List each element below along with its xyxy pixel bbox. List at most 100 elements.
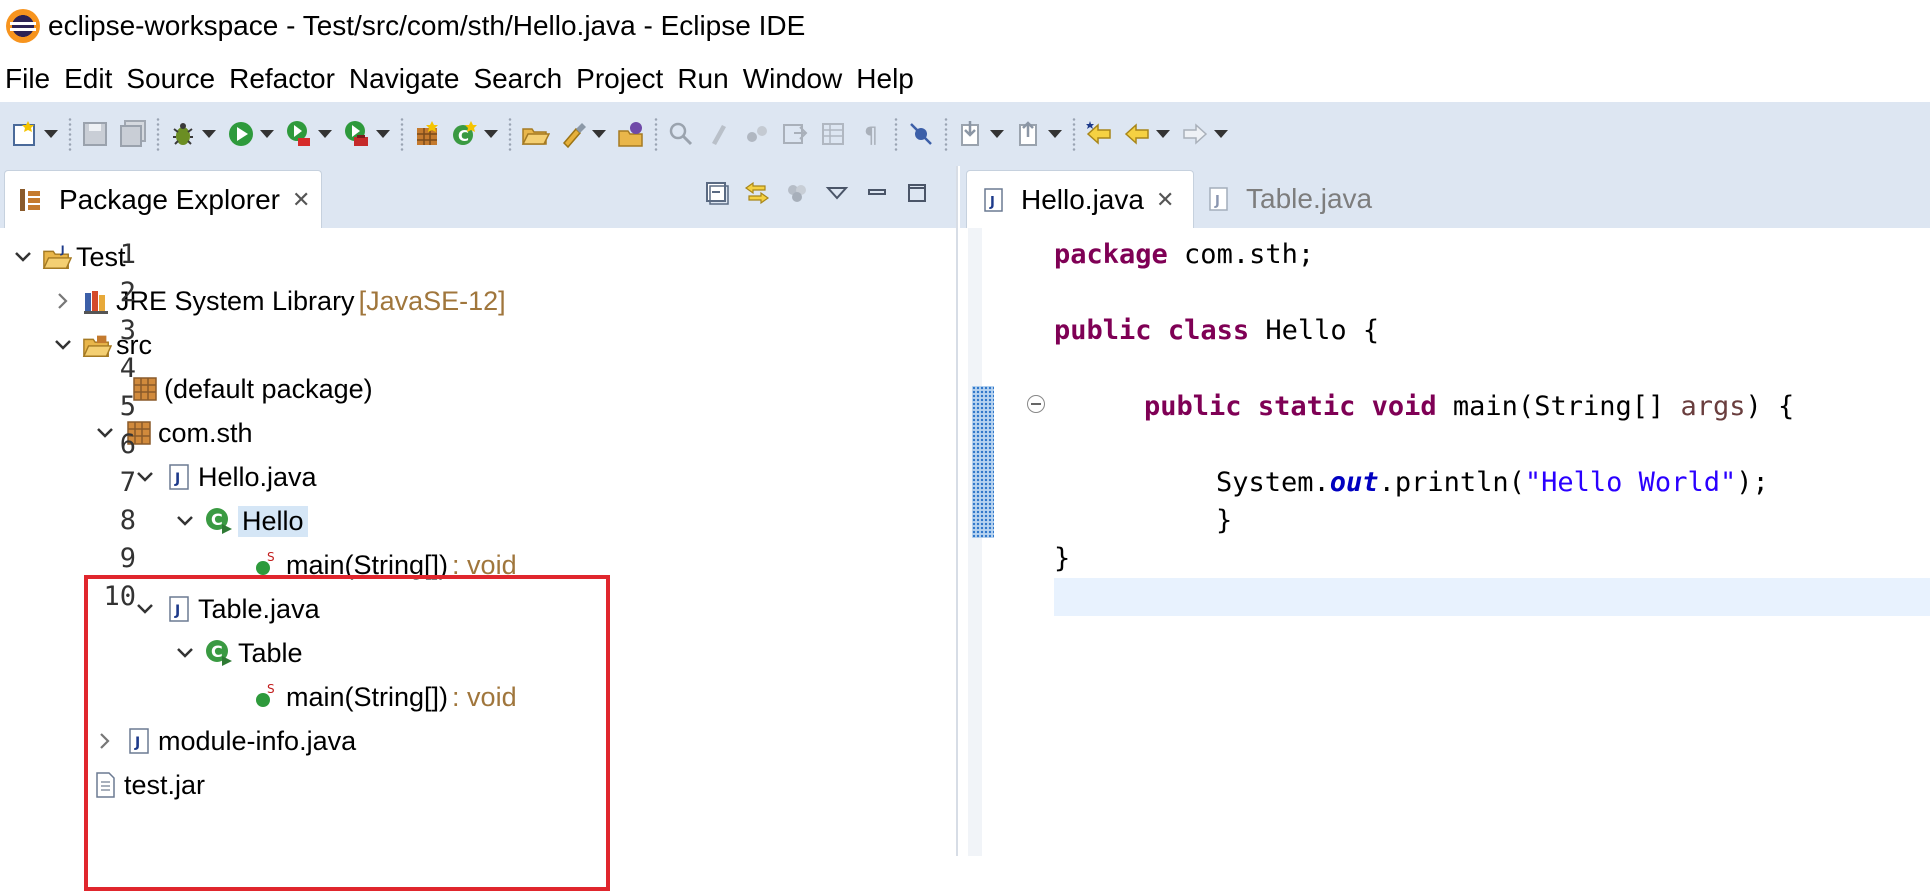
- collapse-all-icon[interactable]: [702, 178, 732, 208]
- fold-collapse-icon[interactable]: [1027, 395, 1045, 413]
- save-all-icon[interactable]: [116, 117, 150, 151]
- code-text: com.sth;: [1167, 239, 1315, 270]
- open-type-icon[interactable]: [518, 117, 552, 151]
- code-line-9[interactable]: }: [1054, 540, 1070, 578]
- tree-item-hello-class[interactable]: C Hello: [172, 500, 308, 542]
- next-annotation-dropdown[interactable]: [990, 117, 1004, 151]
- chevron-down-icon[interactable]: [10, 244, 36, 270]
- code-line-5[interactable]: public static void main(String[] args) {: [1144, 388, 1794, 426]
- next-annotation-icon[interactable]: [954, 117, 988, 151]
- editor-gutter: [968, 228, 1058, 856]
- code-keyword: public: [1144, 391, 1242, 422]
- menu-navigate[interactable]: Navigate: [342, 63, 467, 95]
- code-text: }: [1054, 543, 1071, 574]
- window-title: eclipse-workspace - Test/src/com/sth/Hel…: [48, 10, 806, 41]
- tree-item-default-package[interactable]: (default package): [98, 368, 373, 410]
- pilcrow-icon[interactable]: ¶: [854, 117, 888, 151]
- chevron-down-icon[interactable]: [172, 508, 198, 534]
- code-text: Hello {: [1249, 315, 1380, 346]
- toggle-highlight-icon[interactable]: [702, 117, 736, 151]
- toolbar-separator: [400, 117, 404, 151]
- tree-item-label: JRE System Library: [116, 285, 355, 316]
- toggle-mark-occurrences-icon[interactable]: [664, 117, 698, 151]
- open-task-icon[interactable]: [614, 117, 648, 151]
- code-static-field: out: [1329, 467, 1379, 498]
- previous-annotation-dropdown[interactable]: [1048, 117, 1062, 151]
- code-text: }: [1216, 505, 1233, 536]
- svg-text:¶: ¶: [864, 124, 878, 149]
- last-edit-location-icon[interactable]: [1082, 117, 1116, 151]
- search-flashlight-icon[interactable]: [556, 117, 590, 151]
- run-icon[interactable]: [224, 117, 258, 151]
- show-whitespace-table-icon[interactable]: [816, 117, 850, 151]
- menu-bar: File Edit Source Refactor Navigate Searc…: [0, 56, 1930, 102]
- previous-annotation-icon[interactable]: [1012, 117, 1046, 151]
- run-dropdown[interactable]: [260, 117, 274, 151]
- close-icon[interactable]: ✕: [1156, 187, 1174, 213]
- editor-tab-label: Table.java: [1246, 183, 1373, 214]
- view-menu-icon[interactable]: [822, 178, 852, 208]
- minimize-icon[interactable]: [862, 178, 892, 208]
- menu-project[interactable]: Project: [569, 63, 670, 95]
- svg-text:C: C: [211, 510, 223, 529]
- line-number: 10: [103, 581, 136, 612]
- menu-edit[interactable]: Edit: [57, 63, 119, 95]
- skip-breakpoints-icon[interactable]: [904, 117, 938, 151]
- tree-item-hello-java[interactable]: J Hello.java: [132, 456, 317, 498]
- filters-icon[interactable]: [782, 178, 812, 208]
- tree-item-decoration: [JavaSE-12]: [358, 285, 506, 316]
- coverage-dropdown[interactable]: [318, 117, 332, 151]
- eclipse-logo-icon: [6, 9, 40, 43]
- debug-dropdown[interactable]: [202, 117, 216, 151]
- toolbar-separator: [156, 117, 160, 151]
- menu-file[interactable]: File: [0, 63, 57, 95]
- new-class-icon[interactable]: C: [448, 117, 482, 151]
- editor-tab-label: Hello.java: [1021, 183, 1144, 215]
- line-number: 8: [119, 505, 136, 536]
- new-dropdown[interactable]: [44, 117, 58, 151]
- editor-tab-hello-java[interactable]: J Hello.java ✕: [966, 170, 1194, 228]
- line-number: 4: [119, 353, 136, 384]
- svg-text:S: S: [267, 551, 275, 564]
- new-class-dropdown[interactable]: [484, 117, 498, 151]
- code-line-8[interactable]: }: [1216, 502, 1232, 540]
- external-tools-icon[interactable]: [340, 117, 374, 151]
- new-package-icon[interactable]: [410, 117, 444, 151]
- editor-tab-table-java[interactable]: J Table.java: [1204, 170, 1424, 228]
- menu-search[interactable]: Search: [466, 63, 569, 95]
- toolbar-separator: [508, 117, 512, 151]
- menu-refactor[interactable]: Refactor: [222, 63, 342, 95]
- coverage-icon[interactable]: [282, 117, 316, 151]
- svg-text:J: J: [1214, 194, 1220, 209]
- menu-source[interactable]: Source: [119, 63, 222, 95]
- toggle-breadcrumb-icon[interactable]: [740, 117, 774, 151]
- current-line-highlight: [1054, 578, 1930, 616]
- package-explorer-tab-label: Package Explorer: [59, 183, 281, 215]
- code-keyword: public: [1054, 315, 1152, 346]
- external-tools-dropdown[interactable]: [376, 117, 390, 151]
- package-explorer-tools: [702, 178, 932, 208]
- package-explorer-icon: [15, 185, 45, 215]
- code-line-7[interactable]: System.out.println("Hello World");: [1216, 464, 1769, 502]
- menu-help[interactable]: Help: [849, 63, 921, 95]
- search-dropdown[interactable]: [592, 117, 606, 151]
- menu-run[interactable]: Run: [670, 63, 735, 95]
- link-with-editor-icon[interactable]: [742, 178, 772, 208]
- maximize-icon[interactable]: [902, 178, 932, 208]
- forward-dropdown[interactable]: [1214, 117, 1228, 151]
- close-icon[interactable]: ✕: [292, 187, 310, 213]
- block-selection-icon[interactable]: [778, 117, 812, 151]
- save-icon[interactable]: [78, 117, 112, 151]
- menu-window[interactable]: Window: [736, 63, 850, 95]
- svg-text:C: C: [458, 127, 469, 145]
- code-line-1[interactable]: package com.sth;: [1054, 236, 1314, 274]
- package-explorer-tab[interactable]: Package Explorer ✕: [4, 170, 322, 228]
- tree-item-label: (default package): [164, 373, 373, 404]
- back-icon[interactable]: [1120, 117, 1154, 151]
- code-line-3[interactable]: public class Hello {: [1054, 312, 1379, 350]
- back-dropdown[interactable]: [1156, 117, 1170, 151]
- new-icon[interactable]: [8, 117, 42, 151]
- debug-icon[interactable]: [166, 117, 200, 151]
- forward-icon[interactable]: [1178, 117, 1212, 151]
